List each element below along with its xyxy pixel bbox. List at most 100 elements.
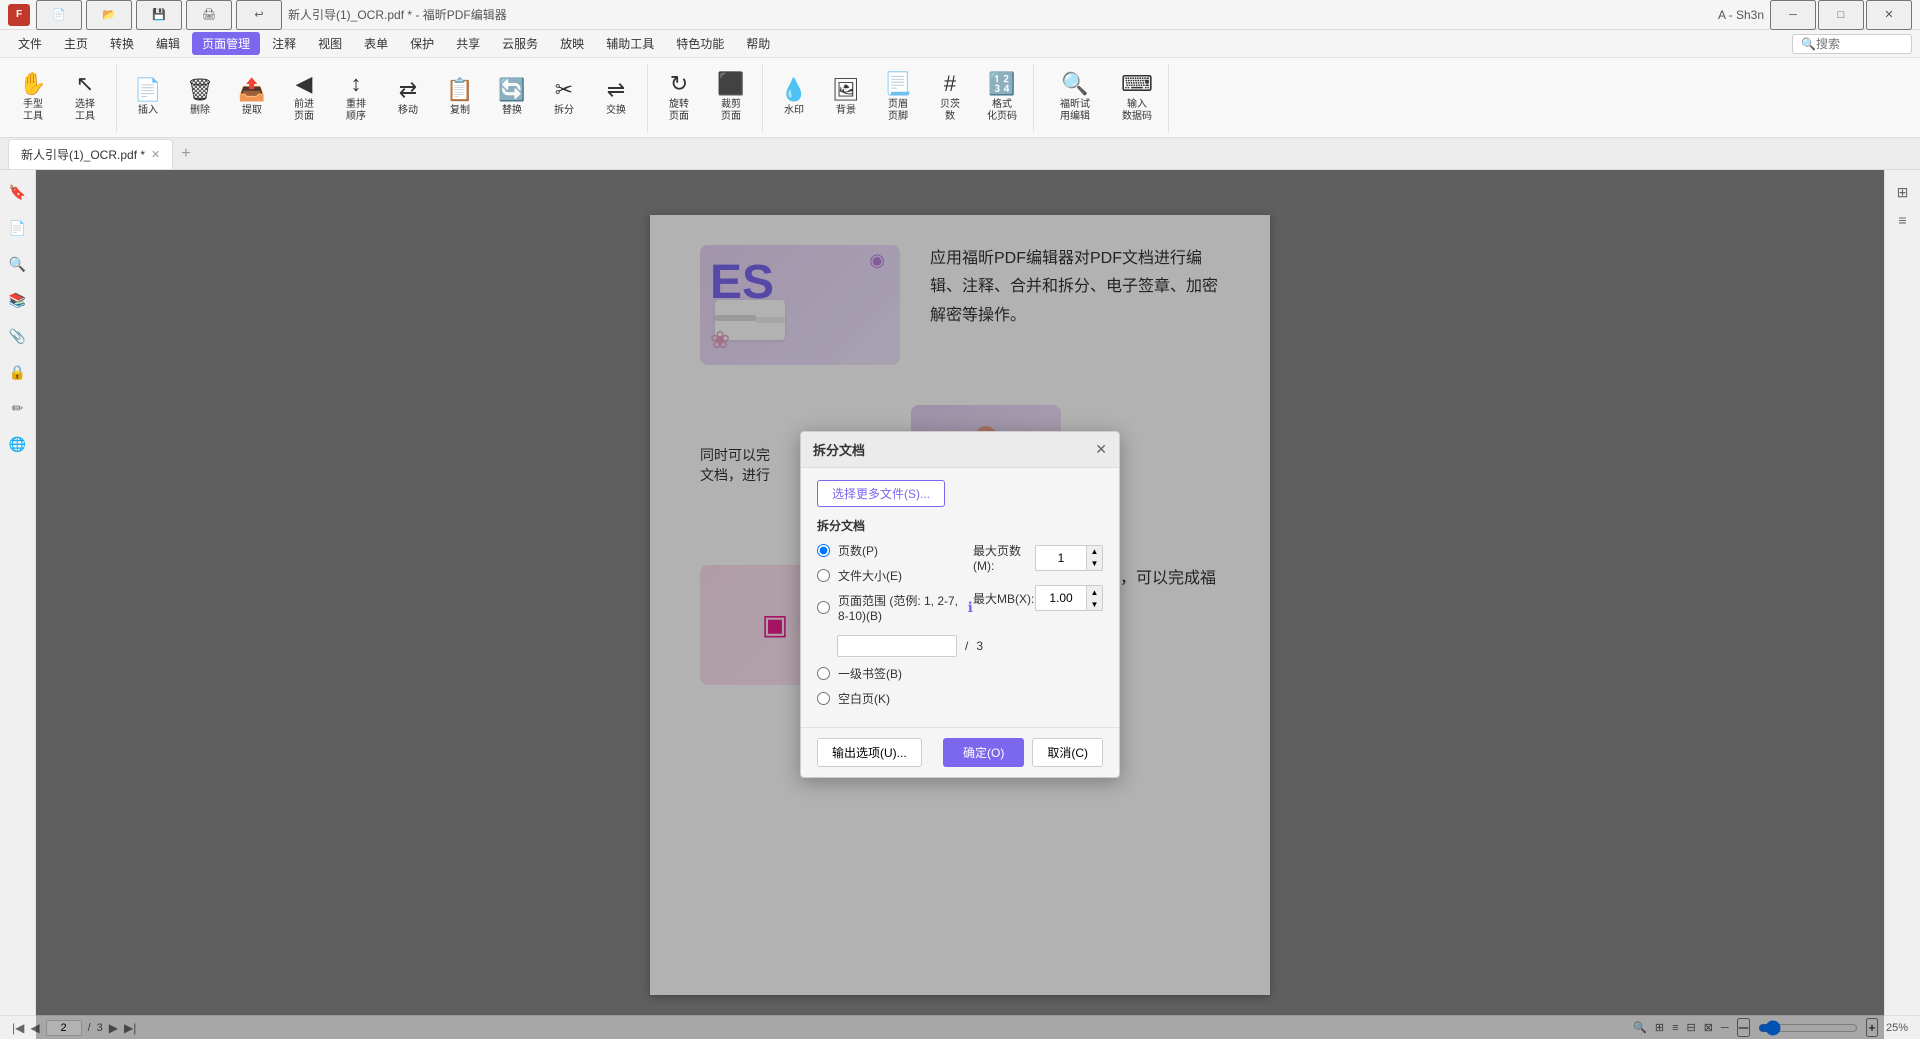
max-pages-input[interactable]: 1 [1036,549,1086,567]
exchange-btn[interactable]: ⇌ 交换 [591,64,641,132]
sidebar-icon-translate[interactable]: 🌐 [4,430,32,458]
menubar: 文件 主页 转换 编辑 页面管理 注释 视图 表单 保护 共享 云服务 放映 辅… [0,30,1920,58]
menu-special[interactable]: 特色功能 [666,32,734,55]
first-page-btn[interactable]: |◀ [12,1021,24,1035]
select-files-btn[interactable]: 选择更多文件(S)... [817,480,945,507]
save-btn[interactable]: 💾 [136,0,182,30]
rotate-page-btn[interactable]: ↻ 旋转页面 [654,64,704,132]
select-tool-btn[interactable]: ↖ 选择工具 [60,64,110,132]
cancel-btn[interactable]: 取消(C) [1032,738,1103,767]
window-controls: ─ □ ✕ [1770,0,1912,30]
right-sidebar-icon-grid[interactable]: ⊞ [1889,178,1917,206]
move-btn[interactable]: ⇄ 移动 [383,64,433,132]
confirm-btn[interactable]: 确定(O) [943,738,1024,767]
toolbar: ✋ 手型工具 ↖ 选择工具 📄 插入 🗑 删除 📤 提取 ◀ 前进页面 ↕ 重排… [0,58,1920,138]
menu-cloud[interactable]: 云服务 [492,32,548,55]
sidebar-icon-security[interactable]: 🔒 [4,358,32,386]
open-file-btn[interactable]: 📂 [86,0,132,30]
menu-page-manage[interactable]: 页面管理 [192,32,260,55]
bates-icon: # [944,73,956,95]
new-tab-btn[interactable]: + [173,141,198,167]
sidebar-icon-layers[interactable]: 📚 [4,286,32,314]
sidebar-icon-attach[interactable]: 📎 [4,322,32,350]
menu-convert[interactable]: 转换 [100,32,144,55]
option-filesize-row: 文件大小(E) [817,567,973,584]
replace-icon: 🔄 [498,79,525,101]
tool-group-pages: 📄 插入 🗑 删除 📤 提取 ◀ 前进页面 ↕ 重排顺序 ⇄ 移动 📋 复制 🔄 [123,64,648,132]
extract-page-btn[interactable]: 📤 提取 [227,64,277,132]
menu-home[interactable]: 主页 [54,32,98,55]
menu-protect[interactable]: 保护 [400,32,444,55]
extract-icon: 📤 [238,79,265,101]
dialog-header: 拆分文档 ✕ [801,432,1119,468]
sidebar-icon-search[interactable]: 🔍 [4,250,32,278]
tab-main[interactable]: 新人引导(1)_OCR.pdf * ✕ [8,139,173,169]
input-btn[interactable]: ⌨ 输入数据码 [1112,64,1162,132]
replace-btn[interactable]: 🔄 替换 [487,64,537,132]
menu-tools[interactable]: 辅助工具 [596,32,664,55]
sidebar-icon-bookmark[interactable]: 🔖 [4,178,32,206]
undo-btn[interactable]: ↩ [236,0,282,30]
page-range-input[interactable] [837,635,957,657]
search-box[interactable]: 🔍 [1792,34,1912,54]
menu-form[interactable]: 表单 [354,32,398,55]
dialog-overlay: 拆分文档 ✕ 选择更多文件(S)... 拆分文档 页数(P) [36,170,1884,1039]
tab-close-btn[interactable]: ✕ [151,148,160,161]
option-filesize-radio[interactable] [817,569,830,582]
maximize-btn[interactable]: □ [1818,0,1864,30]
bates-btn[interactable]: # 贝茨数 [925,64,975,132]
option-pages-label: 页数(P) [838,542,878,559]
max-mb-input[interactable]: 1.00 [1036,589,1086,607]
insert-page-btn[interactable]: 📄 插入 [123,64,173,132]
minimize-btn[interactable]: ─ [1770,0,1816,30]
dialog-section-label: 拆分文档 [817,517,1103,534]
option-pagerange-radio[interactable] [817,601,830,614]
sidebar-icon-sign[interactable]: ✏ [4,394,32,422]
sidebar-icon-page-thumb[interactable]: 📄 [4,214,32,242]
max-mb-down-btn[interactable]: ▼ [1086,598,1102,610]
user-area: A - Sh3n ─ □ ✕ [1718,0,1912,30]
watermark-btn[interactable]: 💧 水印 [769,64,819,132]
option-pages-radio[interactable] [817,544,830,557]
delete-page-btn[interactable]: 🗑 删除 [175,64,225,132]
menu-comment[interactable]: 注释 [262,32,306,55]
max-pages-spinner: 1 ▲ ▼ [1035,545,1103,571]
split-btn[interactable]: ✂ 拆分 [539,64,589,132]
reorder-btn[interactable]: ↕ 重排顺序 [331,64,381,132]
format-btn[interactable]: 🔢 格式化页码 [977,64,1027,132]
background-btn[interactable]: 🖼 背景 [821,64,871,132]
header-footer-btn[interactable]: 📃 页眉页脚 [873,64,923,132]
option-bookmark-row: 一级书签(B) [817,665,1103,682]
option-bookmark-radio[interactable] [817,667,830,680]
user-name: A - Sh3n [1718,8,1764,22]
search-input[interactable] [1816,37,1906,51]
select-icon: ↖ [76,73,94,95]
crop-page-btn[interactable]: ⬛ 裁剪页面 [706,64,756,132]
copy-btn[interactable]: 📋 复制 [435,64,485,132]
hand-tool-btn[interactable]: ✋ 手型工具 [8,64,58,132]
option-blankpage-radio[interactable] [817,692,830,705]
menu-insert[interactable]: 放映 [550,32,594,55]
max-mb-row: 最大MB(X): 1.00 ▲ ▼ [973,585,1103,611]
right-sidebar-icon-list[interactable]: ≡ [1889,206,1917,234]
menu-help[interactable]: 帮助 [736,32,780,55]
prev-page-btn[interactable]: ◀ 前进页面 [279,64,329,132]
max-pages-up-btn[interactable]: ▲ [1086,546,1102,558]
input-icon: ⌨ [1121,73,1153,95]
max-pages-down-btn[interactable]: ▼ [1086,558,1102,570]
print-btn[interactable]: 🖨 [186,0,232,30]
max-mb-spin-btns: ▲ ▼ [1086,586,1102,610]
menu-view[interactable]: 视图 [308,32,352,55]
dialog-close-btn[interactable]: ✕ [1095,441,1107,458]
menu-edit[interactable]: 编辑 [146,32,190,55]
menu-share[interactable]: 共享 [446,32,490,55]
split-document-dialog: 拆分文档 ✕ 选择更多文件(S)... 拆分文档 页数(P) [800,431,1120,778]
move-icon: ⇄ [399,79,417,101]
pdf-content-area: ES ❀ ◉ 应用福昕PDF编辑器对PDF文档进行编辑、注释、合并和拆分、电子签… [36,170,1884,1039]
max-mb-up-btn[interactable]: ▲ [1086,586,1102,598]
menu-file[interactable]: 文件 [8,32,52,55]
output-options-btn[interactable]: 输出选项(U)... [817,738,922,767]
new-file-btn[interactable]: 📄 [36,0,82,30]
ocr-btn[interactable]: 🔍 福昕试用编辑 [1040,64,1110,132]
close-btn[interactable]: ✕ [1866,0,1912,30]
